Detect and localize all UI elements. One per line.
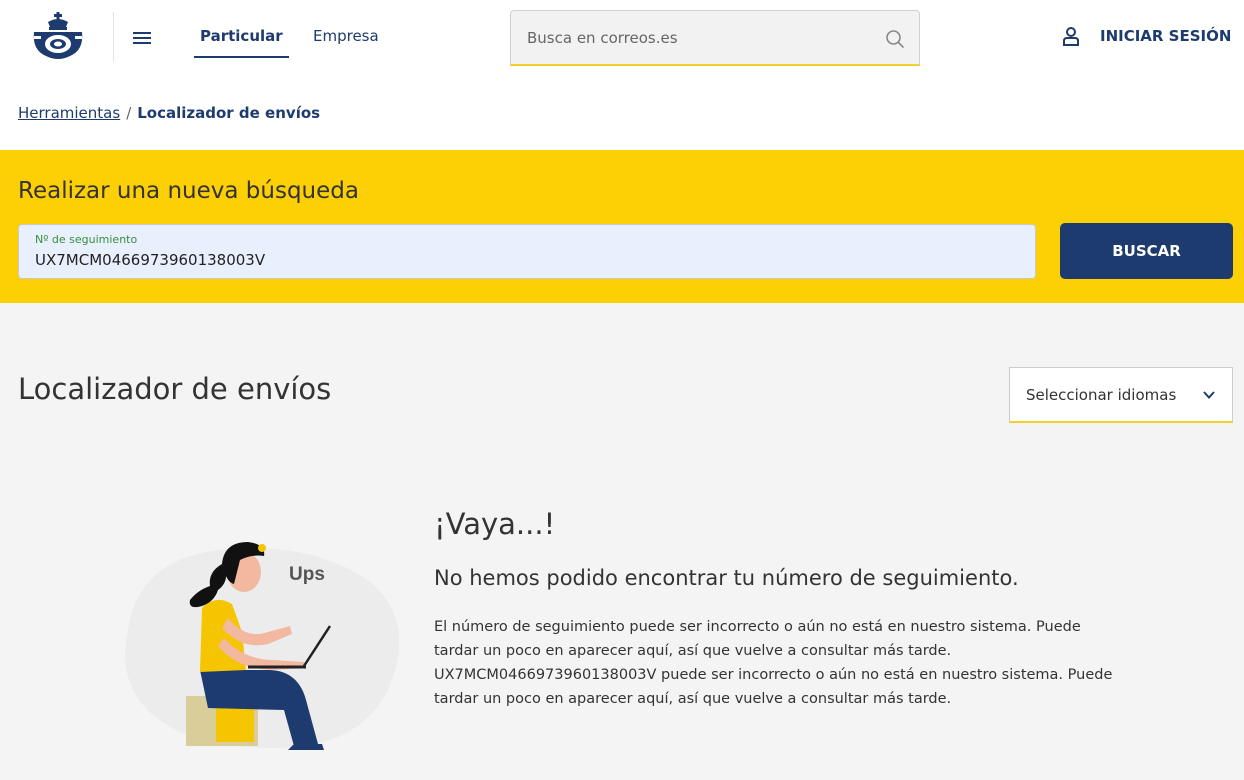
- tracking-number-field: Nº de seguimiento: [18, 224, 1036, 279]
- breadcrumb-area: Herramientas / Localizador de envíos: [0, 78, 1244, 150]
- menu-icon: [133, 32, 151, 44]
- error-heading: ¡Vaya...!: [434, 507, 556, 541]
- language-select[interactable]: Seleccionar idiomas: [1009, 367, 1233, 423]
- tracking-number-label: Nº de seguimiento: [35, 233, 138, 246]
- error-subheading: No hemos podido encontrar tu número de s…: [434, 566, 1019, 590]
- tab-particular[interactable]: Particular: [194, 24, 289, 58]
- language-select-label: Seleccionar idiomas: [1026, 385, 1177, 404]
- login-label: INICIAR SESIÓN: [1100, 27, 1232, 45]
- user-icon: [1063, 27, 1079, 46]
- tracking-search-panel: Realizar una nueva búsqueda Nº de seguim…: [0, 150, 1244, 303]
- page-title: Localizador de envíos: [18, 372, 332, 406]
- header-divider: [113, 12, 114, 62]
- site-header: Particular Empresa INICIAR SESIÓN: [0, 0, 1244, 78]
- breadcrumb-link-herramientas[interactable]: Herramientas: [18, 104, 120, 122]
- search-icon[interactable]: [885, 29, 905, 49]
- breadcrumb: Herramientas / Localizador de envíos: [18, 104, 320, 122]
- site-search: [510, 10, 920, 66]
- chevron-down-icon: [1203, 391, 1215, 399]
- error-description: El número de seguimiento puede ser incor…: [434, 619, 1113, 707]
- error-illustration: Ups: [118, 520, 408, 760]
- search-input[interactable]: [511, 11, 871, 65]
- correos-logo[interactable]: [30, 12, 86, 64]
- search-panel-title: Realizar una nueva búsqueda: [18, 178, 359, 204]
- search-button[interactable]: BUSCAR: [1060, 223, 1233, 279]
- breadcrumb-current: Localizador de envíos: [137, 104, 321, 122]
- tracking-number-input[interactable]: [35, 247, 1015, 273]
- menu-button[interactable]: [128, 24, 156, 52]
- login-button[interactable]: INICIAR SESIÓN: [1062, 26, 1231, 46]
- breadcrumb-separator: /: [126, 104, 132, 122]
- tab-empresa[interactable]: Empresa: [313, 24, 379, 45]
- illustration-ups-text: Ups: [289, 564, 325, 585]
